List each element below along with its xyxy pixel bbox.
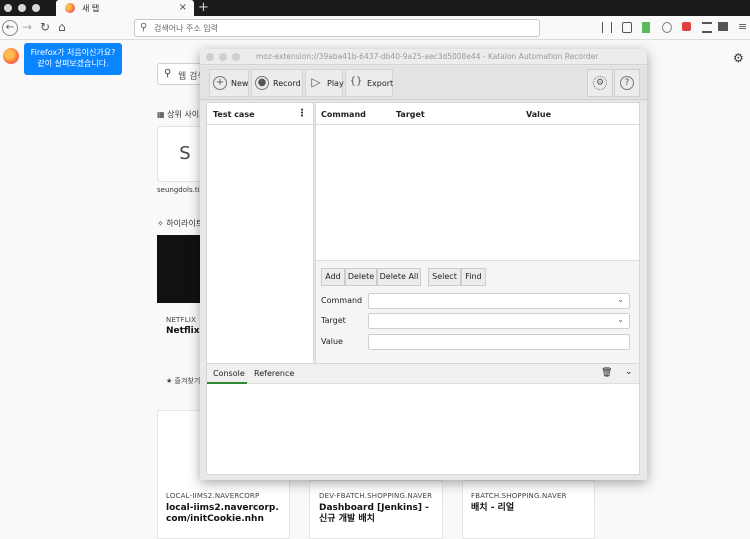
delete-button[interactable]: Delete	[345, 268, 377, 286]
command-table[interactable]: Command Target Value	[316, 103, 639, 261]
window-title: moz-extension://39aba41b-6437-db40-9a25-…	[256, 52, 599, 61]
column-target: Target	[396, 110, 425, 119]
command-select[interactable]: ⌄	[368, 293, 630, 309]
close-tab-icon[interactable]: ×	[179, 2, 187, 13]
gear-icon[interactable]: ⚙	[733, 51, 744, 65]
delete-all-button[interactable]: Delete All	[377, 268, 421, 286]
console-panel: Console Reference 🗑 ⌄	[206, 363, 640, 475]
record-icon: ●	[255, 76, 269, 90]
card-source: FBATCH.SHOPPING.NAVER	[471, 492, 567, 500]
window-close-control[interactable]	[206, 53, 214, 61]
target-select[interactable]: ⌄	[368, 313, 630, 329]
console-tabs: Console Reference 🗑 ⌄	[207, 364, 639, 384]
card-title[interactable]: Dashboard [Jenkins] - 신규 개발 배치	[319, 503, 437, 525]
onboarding-line-2: 같이 살펴보겠습니다.	[37, 59, 109, 68]
onboarding-button[interactable]: Firefox가 처음이신가요? 같이 살펴보겠습니다.	[24, 43, 122, 75]
column-value: Value	[526, 110, 552, 119]
star-icon: ★	[166, 377, 173, 385]
plus-icon: +	[213, 76, 227, 90]
braces-icon: {}	[349, 76, 363, 87]
card-title[interactable]: Netflix	[166, 326, 200, 337]
grid-icon: ▦	[157, 110, 165, 119]
bookmark-label: ★ 즐겨찾기	[166, 377, 201, 385]
help-icon: ?	[620, 76, 634, 90]
katalon-title-bar[interactable]: moz-extension://39aba41b-6437-db40-9a25-…	[200, 49, 647, 65]
firefox-logo-icon	[3, 48, 19, 64]
tab-console[interactable]: Console	[213, 369, 245, 378]
active-tab-indicator	[207, 382, 247, 384]
tab-reference[interactable]: Reference	[254, 369, 294, 378]
search-icon: ⚲	[140, 22, 148, 33]
window-minimize-control[interactable]	[219, 53, 227, 61]
tab-new-tab[interactable]: 새 탭 ×	[56, 0, 194, 16]
card-source: DEV-FBATCH.SHOPPING.NAVER	[319, 492, 433, 500]
card-title[interactable]: local-iims2.navercorp.com/initCookie.nhn	[166, 503, 284, 525]
help-button[interactable]: ?	[614, 69, 640, 97]
reader-icon[interactable]	[702, 22, 712, 33]
home-icon[interactable]: ⌂	[58, 20, 66, 34]
more-options-icon[interactable]: ⋮	[297, 108, 307, 119]
export-button[interactable]: {} Export	[345, 69, 393, 97]
add-button[interactable]: Add	[321, 268, 345, 286]
value-input[interactable]	[368, 334, 630, 350]
menu-icon[interactable]: ≡	[738, 20, 747, 34]
forward-arrow-icon[interactable]: →	[22, 20, 32, 34]
column-command: Command	[321, 110, 366, 119]
onboarding-line-1: Firefox가 처음이신가요?	[30, 48, 116, 57]
window-minimize-control[interactable]	[18, 4, 26, 12]
sparkle-icon: ✧	[157, 219, 164, 228]
tab-bar: 새 탭 × +	[0, 0, 750, 16]
card-source: LOCAL-IIMS2.NAVERCORP	[166, 492, 260, 500]
record-button[interactable]: ● Record	[251, 69, 303, 97]
command-panel: Command Target Value Add Delete Delete A…	[315, 102, 640, 401]
command-table-header: Command Target Value	[316, 103, 639, 125]
window-close-control[interactable]	[4, 4, 12, 12]
notification-badge-icon[interactable]	[682, 22, 691, 31]
katalon-extension-icon[interactable]	[642, 22, 650, 33]
find-button[interactable]: Find	[461, 268, 486, 286]
nav-bar: ← → ↻ ⌂ ⚲ 검색어나 주소 입력 ≡	[0, 16, 750, 40]
pocket-icon[interactable]	[718, 22, 728, 31]
window-zoom-control[interactable]	[232, 53, 240, 61]
new-button[interactable]: + New	[209, 69, 249, 97]
select-button[interactable]: Select	[428, 268, 461, 286]
reload-icon[interactable]: ↻	[40, 20, 50, 34]
window-zoom-control[interactable]	[32, 4, 40, 12]
katalon-toolbar: + New ● Record ▷ Play {} Export ⚙ ?	[200, 66, 647, 100]
card-source: NETFLIX	[166, 316, 197, 324]
target-field-label: Target	[321, 316, 346, 325]
back-arrow-icon[interactable]: ←	[2, 20, 18, 36]
library-icon[interactable]	[602, 22, 612, 33]
trash-icon[interactable]: 🗑	[601, 368, 612, 378]
test-case-header: Test case ⋮	[207, 103, 313, 125]
extension-icon[interactable]	[662, 22, 672, 33]
highlights-label: 하이라이트	[166, 219, 204, 228]
new-tab-button[interactable]: +	[198, 0, 209, 15]
test-case-panel: Test case ⋮ P: 0 F: 0	[206, 102, 314, 401]
card-title[interactable]: 배치 - 리얼	[471, 503, 514, 514]
play-button[interactable]: ▷ Play	[305, 69, 344, 97]
settings-button[interactable]: ⚙	[587, 69, 613, 97]
tab-title: 새 탭	[82, 4, 100, 13]
highlights-heading: ✧ 하이라이트	[157, 218, 203, 229]
chevron-down-icon[interactable]: ⌄	[625, 367, 633, 377]
chevron-down-icon: ⌄	[617, 295, 624, 304]
url-bar[interactable]: ⚲ 검색어나 주소 입력	[134, 19, 540, 37]
play-icon: ▷	[311, 75, 321, 89]
sidebar-icon[interactable]	[622, 22, 632, 33]
firefox-logo-icon	[65, 3, 75, 13]
search-icon: ⚲	[164, 68, 172, 79]
command-field-label: Command	[321, 296, 363, 305]
top-site-name: seungdols.tis	[157, 186, 204, 194]
url-placeholder: 검색어나 주소 입력	[154, 24, 218, 33]
katalon-recorder-window: moz-extension://39aba41b-6437-db40-9a25-…	[200, 49, 647, 480]
netflix-thumbnail[interactable]	[157, 235, 205, 303]
gear-icon: ⚙	[593, 76, 607, 90]
value-field-label: Value	[321, 337, 343, 346]
chevron-down-icon: ⌄	[617, 315, 624, 324]
